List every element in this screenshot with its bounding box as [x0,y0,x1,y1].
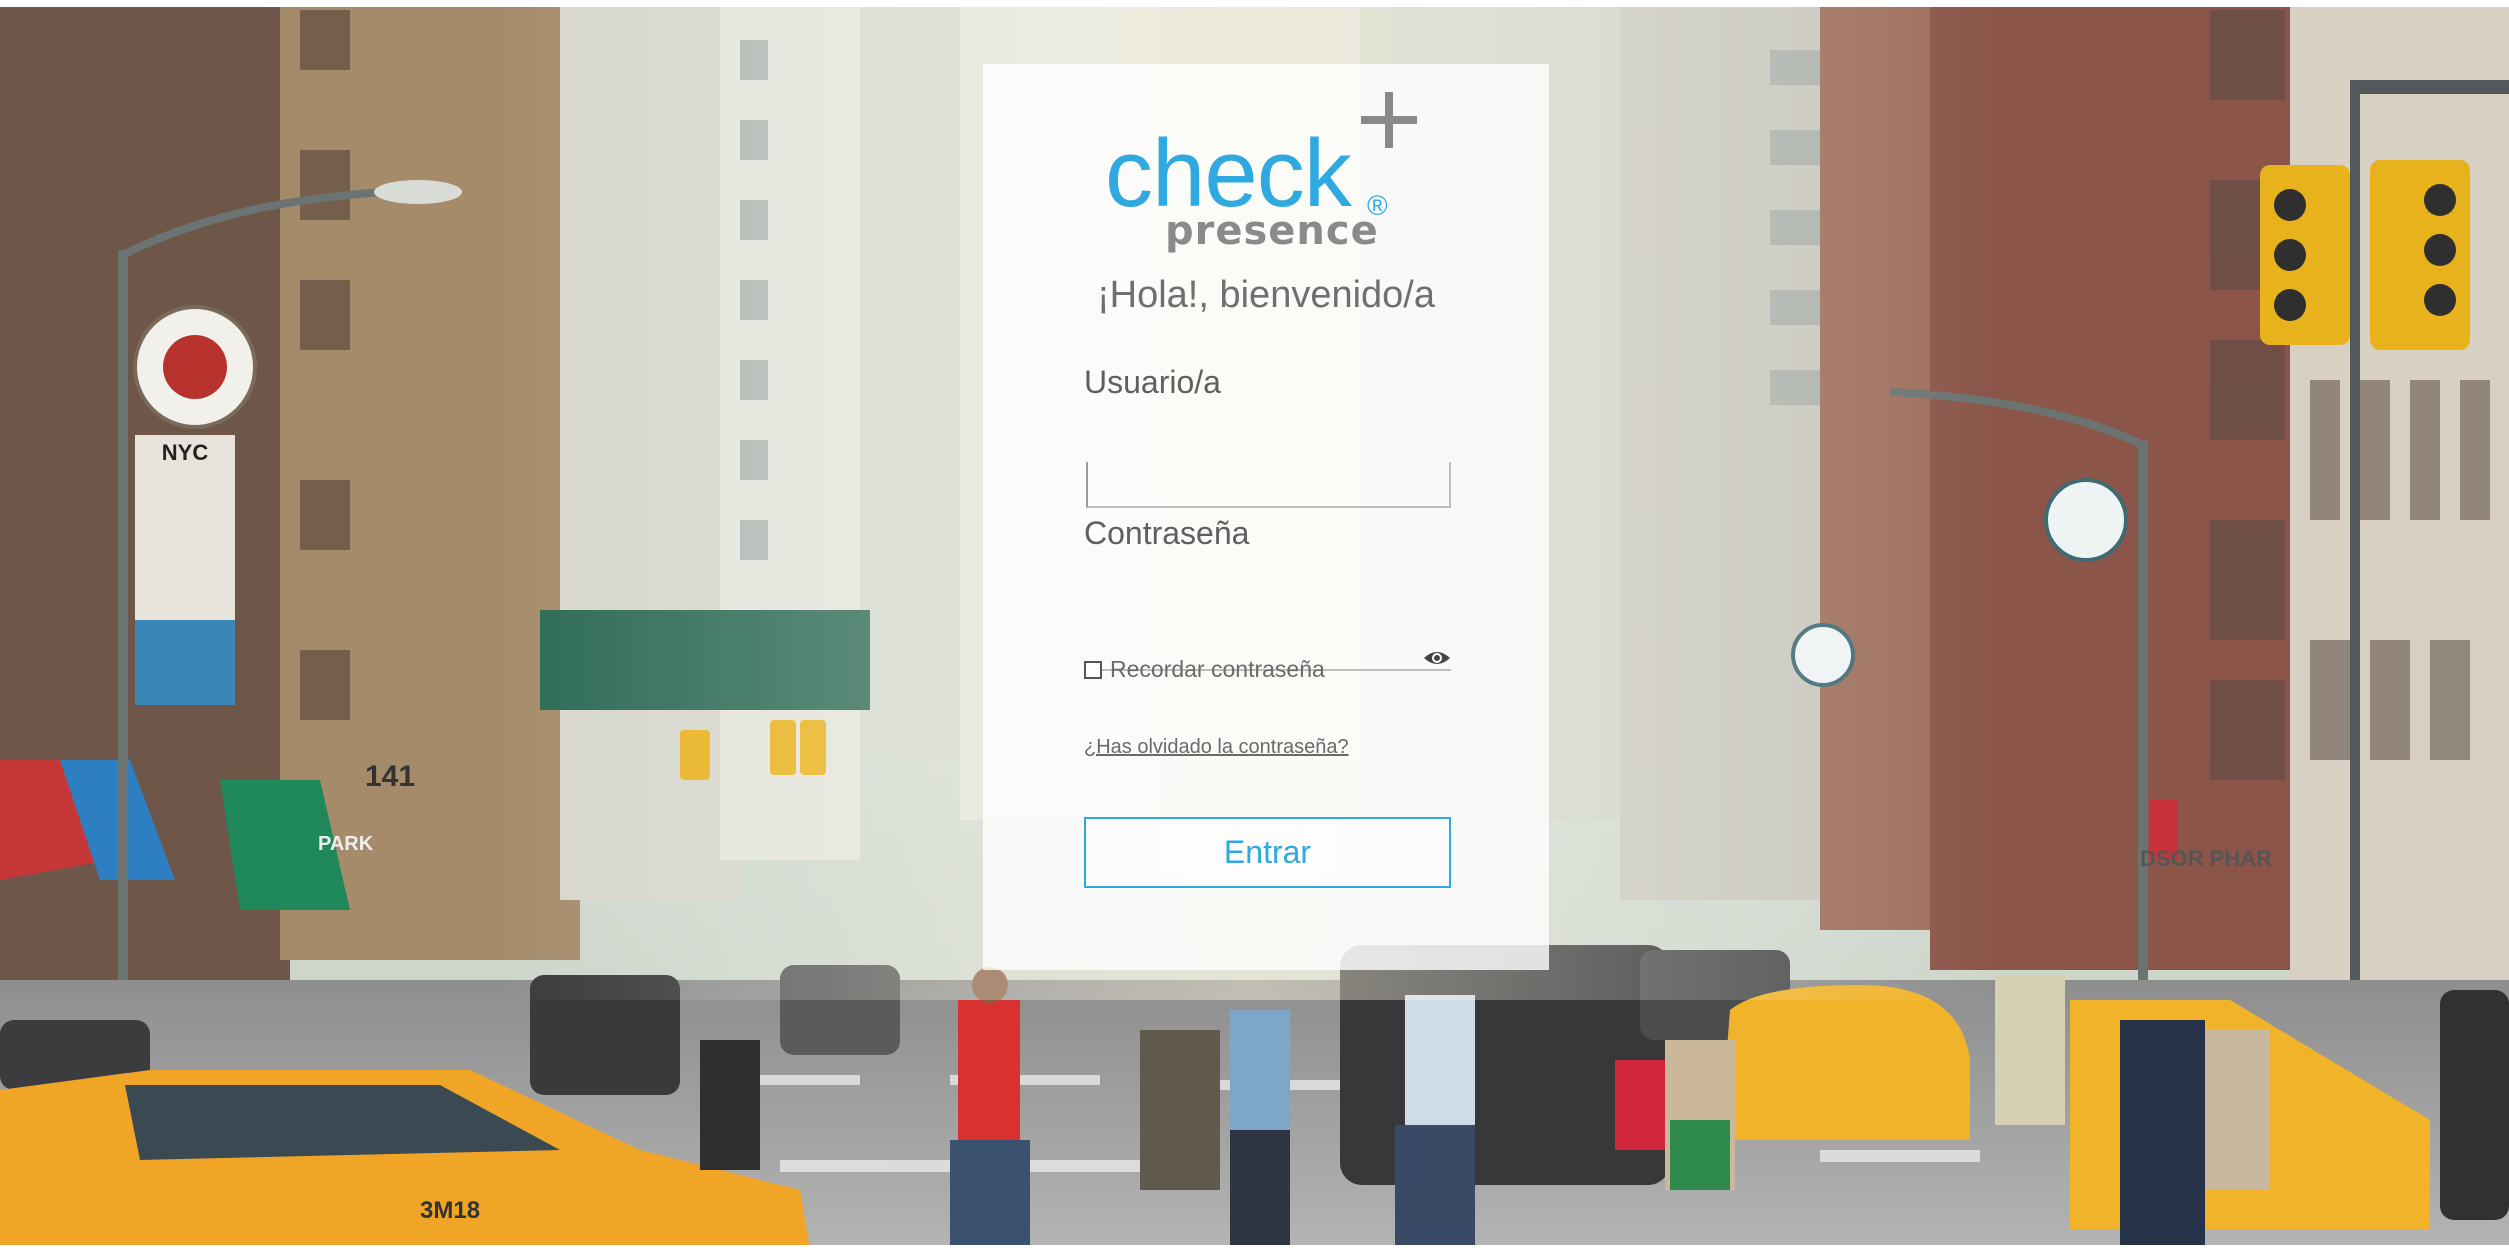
street-number-sign: 141 [365,760,415,793]
remember-password-row: Recordar contraseña [1084,656,1325,683]
username-label: Usuario/a [1084,364,1221,400]
username-input[interactable] [1086,462,1451,508]
park-sign: PARK [318,833,374,855]
remember-password-label[interactable]: Recordar contraseña [1110,656,1325,683]
top-border [0,0,2509,7]
password-label: Contraseña [1084,515,1250,551]
eye-icon[interactable] [1423,647,1451,669]
logo-subtitle: presence [1165,208,1379,254]
login-card: check ® presence ¡Hola!, bienvenido/a Us… [983,64,1549,970]
nyc-banner-text: NYC [162,440,209,465]
check-presence-logo: check ® presence [1105,88,1435,254]
login-button[interactable]: Entrar [1084,817,1451,888]
taxi-number: 3M18 [420,1197,480,1224]
forgot-password-link[interactable]: ¿Has olvidado la contraseña? [1084,736,1349,759]
bottom-border [0,1245,2509,1250]
remember-password-checkbox[interactable] [1084,660,1102,679]
welcome-greeting: ¡Hola!, bienvenido/a [1097,274,1435,316]
plus-icon [1361,92,1417,148]
pharmacy-sign: DSOR PHAR [2140,846,2272,871]
